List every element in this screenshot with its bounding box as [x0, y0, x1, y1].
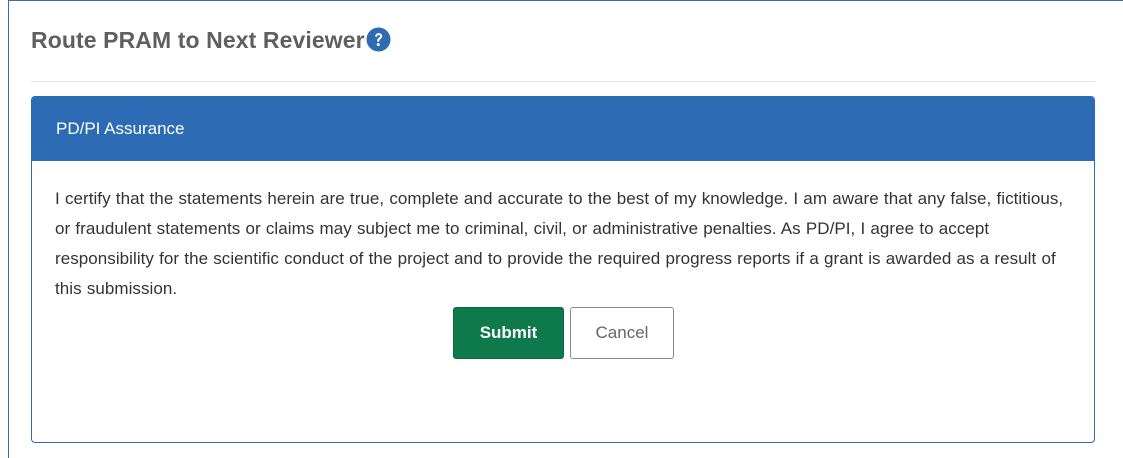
dialog-title: Route PRAM to Next Reviewer — [31, 27, 391, 54]
question-circle-icon[interactable] — [366, 27, 391, 52]
dialog-header: Route PRAM to Next Reviewer — [9, 1, 1123, 81]
dialog-title-text: Route PRAM to Next Reviewer — [31, 27, 365, 53]
submit-button[interactable]: Submit — [453, 307, 564, 359]
panel-heading: PD/PI Assurance — [32, 97, 1094, 161]
assurance-statement: I certify that the statements herein are… — [55, 189, 1064, 298]
route-pram-dialog: Route PRAM to Next Reviewer PD/PI Assura… — [8, 0, 1123, 458]
panel-body: I certify that the statements herein are… — [32, 161, 1094, 361]
pd-pi-assurance-panel: PD/PI Assurance I certify that the state… — [31, 96, 1095, 443]
button-row: Submit Cancel — [55, 307, 1072, 361]
cancel-button[interactable]: Cancel — [570, 307, 674, 359]
header-divider — [31, 81, 1095, 82]
